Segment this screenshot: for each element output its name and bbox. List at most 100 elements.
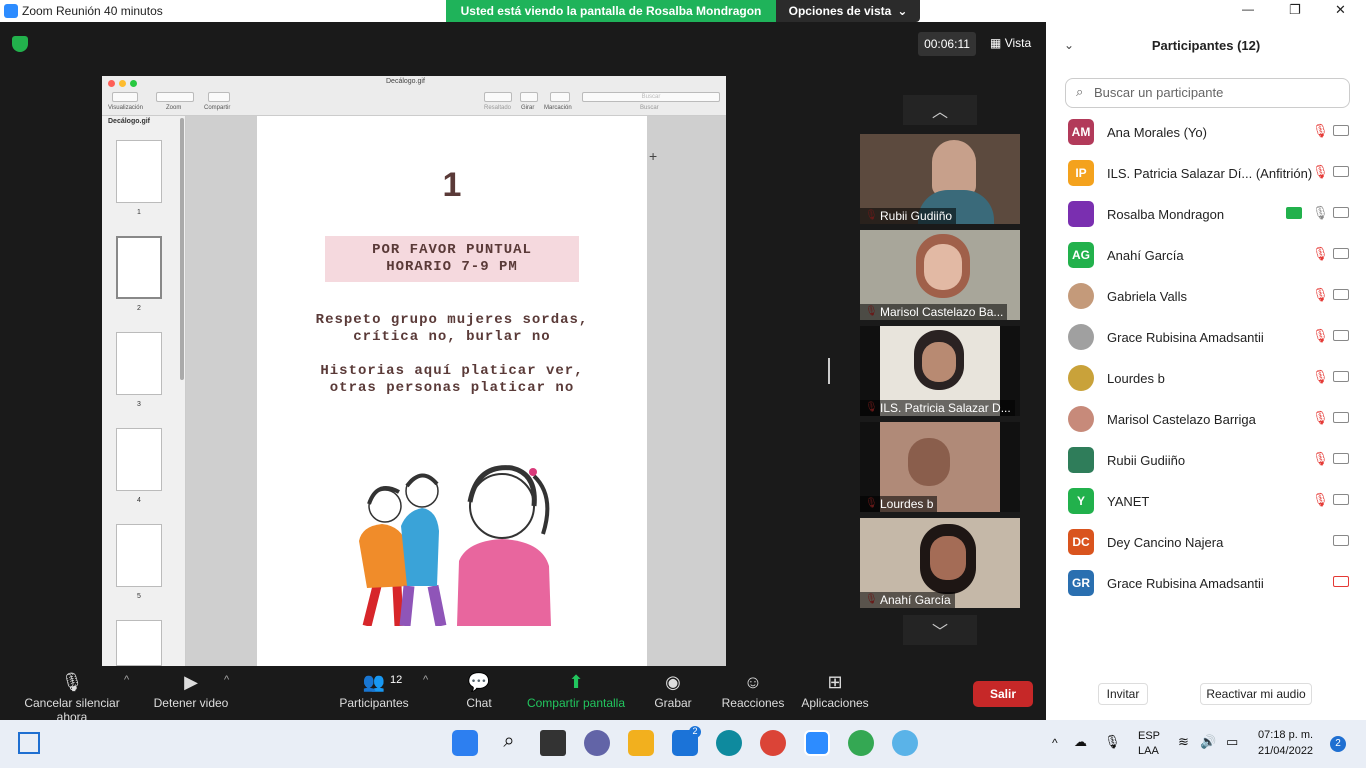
participant-row[interactable]: AM Ana Morales (Yo) 🎙 — [1068, 115, 1366, 156]
stop-video-button[interactable]: ▶ Detener video — [150, 668, 232, 710]
windows-start-icon[interactable] — [452, 730, 478, 756]
restore-icon[interactable]: ❐ — [1289, 2, 1301, 18]
crosshair-cursor: + — [649, 148, 658, 164]
chrome-profile-icon[interactable] — [848, 730, 874, 756]
participant-row[interactable]: IP ILS. Patricia Salazar Dí... (Anfitrió… — [1068, 156, 1366, 197]
camera-icon[interactable] — [1333, 289, 1349, 300]
participant-row[interactable]: Gabriela Valls 🎙 — [1068, 279, 1366, 320]
muted-mic-icon[interactable]: 🎙 — [1312, 164, 1329, 180]
video-tile[interactable]: 🎙 Lourdes b — [860, 422, 1020, 512]
participant-row[interactable]: Rubii Gudiiño 🎙 — [1068, 443, 1366, 484]
microphone-icon[interactable]: 🎙 — [1104, 734, 1121, 750]
stories-text-line-2: otras personas platicar no — [329, 380, 575, 396]
windows-start-icon[interactable] — [18, 732, 40, 754]
show-hidden-icons-chevron-icon[interactable]: ^ — [1052, 736, 1058, 750]
participant-row[interactable]: Marisol Castelazo Barriga 🎙 — [1068, 402, 1366, 443]
security-shield-icon[interactable] — [12, 36, 28, 52]
camera-icon[interactable] — [1333, 330, 1349, 341]
video-tile[interactable]: 🎙 Anahí García — [860, 518, 1020, 608]
camera-icon[interactable] — [1333, 453, 1349, 464]
muted-mic-icon[interactable]: 🎙 — [1312, 246, 1329, 262]
camera-icon[interactable] — [1333, 166, 1349, 177]
video-tile[interactable]: 🎙 Rubii Gudiiño — [860, 134, 1020, 224]
view-button[interactable]: ▦ Vista — [990, 36, 1031, 50]
reactions-button[interactable]: ☺ Reacciones — [720, 668, 786, 710]
camera-icon[interactable] — [1333, 207, 1349, 218]
camera-icon[interactable] — [1333, 494, 1349, 505]
muted-mic-icon[interactable]: 🎙 — [1312, 123, 1329, 139]
muted-mic-icon[interactable]: 🎙 — [1312, 492, 1329, 508]
video-options-chevron-icon[interactable]: ^ — [224, 674, 229, 686]
stories-text-line-1: Historias aquí platicar ver, — [320, 363, 584, 379]
participant-name: Grace Rubisina Amadsantii — [1107, 330, 1264, 345]
muted-mic-icon[interactable]: 🎙 — [1312, 287, 1329, 303]
edge-icon[interactable] — [716, 730, 742, 756]
leave-button[interactable]: Salir — [973, 681, 1033, 707]
participant-row[interactable]: GR Grace Rubisina Amadsantii — [1068, 566, 1366, 607]
notification-badge[interactable]: 2 — [1330, 736, 1346, 752]
avatar — [1068, 283, 1094, 309]
camera-icon[interactable] — [1333, 248, 1349, 259]
clock-time[interactable]: 07:18 p. m. — [1258, 729, 1313, 741]
keyboard-layout[interactable]: LAA — [1138, 745, 1159, 757]
battery-icon[interactable]: ▭ — [1226, 734, 1238, 750]
audio-options-chevron-icon[interactable]: ^ — [124, 674, 129, 686]
participant-row[interactable]: Grace Rubisina Amadsantii 🎙 — [1068, 320, 1366, 361]
mic-icon[interactable]: 🎙 — [1312, 205, 1329, 221]
participant-search-input[interactable]: Buscar un participante — [1065, 78, 1350, 108]
file-explorer-icon[interactable] — [628, 730, 654, 756]
split-handle[interactable] — [828, 358, 830, 384]
share-screen-button[interactable]: ⬆ Compartir pantalla — [524, 668, 628, 710]
scroll-up-button[interactable]: ︿ — [903, 95, 977, 125]
chat-button[interactable]: 💬 Chat — [458, 668, 500, 710]
camera-off-icon[interactable] — [1333, 576, 1349, 587]
camera-icon[interactable] — [1333, 535, 1349, 546]
unmute-button[interactable]: 🎙 Cancelar silenciar ahora — [8, 668, 136, 724]
share-screen-label: Compartir pantalla — [526, 696, 626, 710]
task-view-icon[interactable] — [540, 730, 566, 756]
reactions-label: Reacciones — [721, 696, 785, 710]
muted-mic-icon[interactable]: 🎙 — [1312, 410, 1329, 426]
scroll-down-button[interactable]: ﹀ — [903, 615, 977, 645]
close-icon[interactable]: ✕ — [1335, 2, 1346, 18]
highlight-button — [484, 92, 512, 102]
muted-mic-icon[interactable]: 🎙 — [1312, 451, 1329, 467]
camera-icon[interactable] — [1333, 125, 1349, 136]
participant-row[interactable]: DC Dey Cancino Najera — [1068, 525, 1366, 566]
volume-icon[interactable]: 🔊 — [1200, 734, 1216, 750]
onedrive-cloud-icon[interactable]: ☁ — [1074, 734, 1087, 750]
maps-app-icon[interactable] — [892, 730, 918, 756]
video-tile[interactable]: 🎙 Marisol Castelazo Ba... — [860, 230, 1020, 320]
participant-row[interactable]: Y YANET 🎙 — [1068, 484, 1366, 525]
participant-name: Grace Rubisina Amadsantii — [1107, 576, 1264, 591]
camera-icon[interactable] — [1333, 371, 1349, 382]
participant-row[interactable]: Lourdes b 🎙 — [1068, 361, 1366, 402]
record-button[interactable]: ◉ Grabar — [648, 668, 698, 710]
participants-chevron-icon[interactable]: ^ — [423, 674, 428, 686]
zoom-logo-icon — [4, 4, 18, 18]
language-code[interactable]: ESP — [1138, 730, 1160, 742]
wifi-icon[interactable]: ≋ — [1178, 734, 1189, 750]
apps-button[interactable]: ⊞ Aplicaciones — [798, 668, 872, 710]
zoom-app-icon[interactable] — [804, 730, 830, 756]
document-view: 1 POR FAVOR PUNTUAL HORARIO 7-9 PM Respe… — [186, 116, 726, 666]
search-icon[interactable]: ⌕ — [496, 730, 522, 756]
page-thumbnail — [116, 140, 162, 203]
participant-row[interactable]: Rosalba Mondragon 🎙 — [1068, 197, 1366, 238]
page-thumbnail — [116, 524, 162, 587]
teams-chat-icon[interactable] — [584, 730, 610, 756]
invite-button[interactable]: Invitar — [1098, 683, 1148, 705]
clock-date[interactable]: 21/04/2022 — [1258, 745, 1313, 757]
minimize-icon[interactable]: — — [1242, 2, 1254, 16]
video-tile[interactable]: 🎙 ILS. Patricia Salazar D... — [860, 326, 1020, 416]
chrome-icon[interactable] — [760, 730, 786, 756]
unmute-me-button[interactable]: Reactivar mi audio — [1200, 683, 1312, 705]
view-options-button[interactable]: Opciones de vista ⌄ — [776, 0, 920, 22]
thumbnail-number: 4 — [137, 497, 141, 504]
record-label: Grabar — [654, 696, 692, 710]
muted-mic-icon[interactable]: 🎙 — [1312, 369, 1329, 385]
camera-icon[interactable] — [1333, 412, 1349, 423]
sidebar-title: Decálogo.gif — [108, 118, 151, 125]
muted-mic-icon[interactable]: 🎙 — [1312, 328, 1329, 344]
participant-row[interactable]: AG Anahí García 🎙 — [1068, 238, 1366, 279]
